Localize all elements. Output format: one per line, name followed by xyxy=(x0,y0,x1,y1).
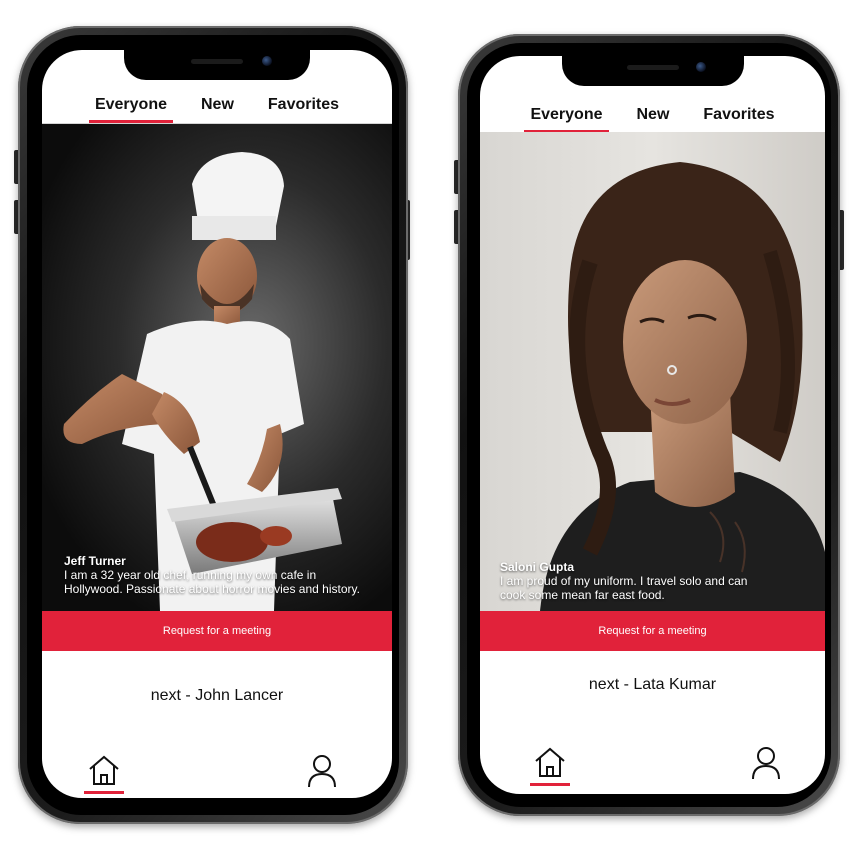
profile-photo[interactable] xyxy=(42,124,392,611)
phone-screen: Everyone New Favorites xyxy=(42,50,392,798)
speaker xyxy=(626,65,679,70)
user-icon[interactable] xyxy=(750,746,782,780)
home-active-indicator xyxy=(530,783,570,786)
tab-new[interactable]: New xyxy=(201,96,234,120)
profile-bio-line1: I am proud of my uniform. I travel solo … xyxy=(500,574,748,588)
next-profile-label[interactable]: next - Lata Kumar xyxy=(480,676,825,694)
home-active-indicator xyxy=(84,791,124,794)
home-icon[interactable] xyxy=(532,746,568,778)
profile-bio-line2: cook some mean far east food. xyxy=(500,588,665,602)
profile-photo[interactable] xyxy=(480,132,825,611)
profile-bio-line2: Hollywood. Passionate about horror movie… xyxy=(64,582,360,596)
tab-favorites[interactable]: Favorites xyxy=(268,96,339,120)
top-tabs: Everyone New Favorites xyxy=(480,106,825,133)
tab-favorites[interactable]: Favorites xyxy=(703,106,774,130)
profile-caption: Jeff Turner I am a 32 year old chef, run… xyxy=(64,554,384,596)
notch xyxy=(124,50,310,80)
tab-new[interactable]: New xyxy=(637,106,670,130)
front-camera xyxy=(695,62,706,72)
request-meeting-button[interactable]: Request for a meeting xyxy=(42,611,392,651)
speaker xyxy=(191,59,243,64)
phone-left: Everyone New Favorites Jeff Turner I am … xyxy=(18,26,408,824)
phone-right: Everyone New Favorites Saloni Gupta I am… xyxy=(458,34,840,816)
woman-illustration xyxy=(540,162,825,611)
profile-name: Jeff Turner xyxy=(64,554,126,568)
request-meeting-button[interactable]: Request for a meeting xyxy=(480,611,825,651)
next-profile-label[interactable]: next - John Lancer xyxy=(42,687,392,705)
tab-everyone[interactable]: Everyone xyxy=(524,106,609,133)
profile-bio-line1: I am a 32 year old chef, running my own … xyxy=(64,568,317,582)
top-tabs: Everyone New Favorites xyxy=(42,96,392,123)
chef-illustration xyxy=(63,152,342,611)
profile-caption: Saloni Gupta I am proud of my uniform. I… xyxy=(500,560,820,602)
notch xyxy=(561,56,744,86)
home-icon[interactable] xyxy=(86,754,122,786)
user-icon[interactable] xyxy=(306,754,338,788)
tab-everyone[interactable]: Everyone xyxy=(88,96,174,123)
front-camera xyxy=(262,56,272,66)
profile-name: Saloni Gupta xyxy=(500,560,575,574)
phone-screen: Everyone New Favorites xyxy=(480,56,825,794)
